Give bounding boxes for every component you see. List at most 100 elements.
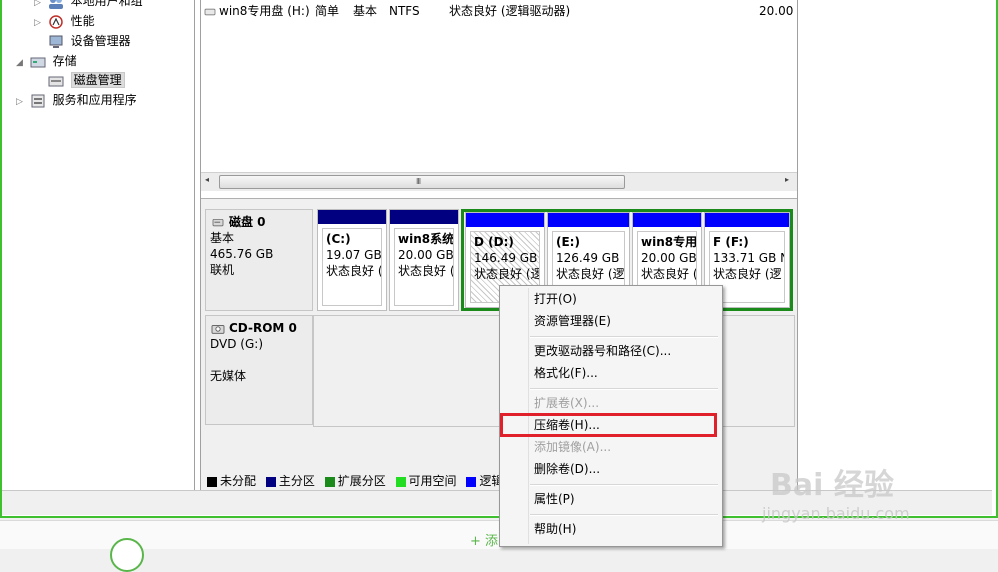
volume-status: 状态良好 (逻辑驱动器) [449, 4, 571, 18]
disk0-type: 基本 [210, 231, 235, 245]
partition-status: 状态良好 (逻 [474, 267, 540, 281]
cdrom-label[interactable]: CD-ROM 0 DVD (G:) 无媒体 [205, 315, 313, 425]
hard-disk-icon [212, 218, 224, 226]
disk0-title: 磁盘 0 [229, 215, 266, 229]
cdrom-title-row: CD-ROM 0 [210, 320, 308, 336]
cdrom-drive: DVD (G:) [210, 337, 263, 351]
storage-icon [30, 57, 46, 67]
legend: 未分配 主分区 扩展分区 可用空间 逻辑 [205, 473, 503, 489]
cdrom-media: 无媒体 [210, 369, 247, 383]
tree-item-services-apps[interactable]: ▷ 服务和应用程序 [16, 91, 137, 109]
tree-item-performance[interactable]: ▷ 性能 [34, 12, 95, 30]
cdrom-title: CD-ROM 0 [229, 321, 297, 335]
highlight-box [500, 413, 717, 437]
expand-arrow-icon[interactable]: ▷ [16, 93, 26, 111]
partition-name: (C:) [326, 232, 351, 246]
tree-item-disk-management[interactable]: 磁盘管理 [34, 71, 125, 89]
volume-name: win8专用盘 (H:) [219, 4, 310, 18]
legend-label: 可用空间 [408, 474, 457, 488]
disk0-state: 联机 [210, 263, 235, 277]
partition-bar [466, 213, 544, 227]
partition-size: 19.07 GB [326, 248, 382, 262]
partition-status: 状态良好 (逻 [713, 267, 782, 281]
partition-bar [548, 213, 629, 227]
disk-management-icon [48, 76, 64, 86]
watermark-url: jingyan.baidu.com [762, 504, 910, 523]
tree-item-device-manager[interactable]: 设备管理器 [34, 32, 131, 50]
add-circle-icon[interactable] [110, 538, 144, 572]
menu-item-delete-volume[interactable]: 删除卷(D)... [534, 459, 600, 479]
tree-item-label: 性能 [70, 14, 95, 28]
add-link[interactable]: + 添 [470, 530, 498, 549]
menu-item-open[interactable]: 打开(O) [534, 289, 577, 309]
legend-label: 扩展分区 [337, 474, 386, 488]
drive-icon [204, 8, 216, 15]
partition-bar [633, 213, 701, 227]
partition-name: (E:) [556, 235, 580, 249]
tree-item-label: 设备管理器 [70, 34, 131, 48]
partition-bar [705, 213, 789, 227]
menu-item-extend-volume: 扩展卷(X)... [534, 396, 600, 410]
menu-item-help[interactable]: 帮助(H) [534, 519, 576, 539]
device-manager-icon [49, 35, 63, 48]
partition-c[interactable]: (C:) 19.07 GB 状态良好 ( [317, 209, 387, 311]
menu-item-format[interactable]: 格式化(F)... [534, 363, 598, 383]
partition-body: win8系统 20.00 GB 状态良好 ( [394, 228, 454, 306]
partition-status: 状态良好 (逻 [556, 267, 625, 281]
tree-item-local-users[interactable]: ▷ 本地用户和组 [34, 0, 143, 10]
collapse-arrow-icon[interactable]: ◢ [16, 54, 26, 72]
partition-size: 20.00 GB [641, 251, 697, 265]
disk0-size: 465.76 GB [210, 247, 274, 261]
tree-item-label: 本地用户和组 [70, 0, 143, 8]
scroll-grip-icon: III [416, 177, 421, 186]
menu-separator [530, 514, 718, 516]
volume-list-row[interactable]: win8专用盘 (H:) 简单 基本 NTFS 状态良好 (逻辑驱动器) 20.… [201, 2, 797, 20]
horizontal-scrollbar[interactable]: ◂ III ▸ [201, 172, 797, 191]
partition-name: F (F:) [713, 235, 749, 249]
performance-icon [49, 14, 63, 29]
menu-item-add-mirror: 添加镜像(A)... [534, 440, 612, 454]
legend-swatch-logical [466, 476, 477, 487]
volume-type: 基本 [353, 4, 378, 18]
watermark-logo: Bai 经验 [770, 468, 894, 503]
users-icon [48, 0, 63, 9]
tree-item-storage[interactable]: ◢ 存储 [16, 52, 77, 70]
cdrom-icon [211, 324, 225, 334]
disk0-title-row: 磁盘 0 [210, 214, 308, 230]
scroll-thumb[interactable]: III [219, 175, 625, 189]
partition-name: win8系统 [398, 232, 454, 246]
legend-label: 未分配 [220, 474, 257, 488]
partition-bar [390, 210, 458, 224]
scroll-right-icon[interactable]: ▸ [785, 175, 789, 184]
partition-bar [318, 210, 386, 224]
services-icon [31, 94, 45, 107]
partition-body: (C:) 19.07 GB 状态良好 ( [322, 228, 382, 306]
partition-size: 133.71 GB N [713, 251, 785, 265]
tree-item-label: 服务和应用程序 [52, 93, 137, 107]
partition-size: 146.49 GB I [474, 251, 540, 265]
volume-fs: NTFS [389, 4, 420, 18]
volume-capacity: 20.00 [759, 4, 794, 18]
legend-swatch-primary [265, 476, 276, 487]
legend-swatch-unallocated [207, 476, 217, 487]
tree-item-label: 存储 [52, 54, 77, 68]
partition-status: 状态良好 ( [326, 264, 382, 278]
menu-item-properties[interactable]: 属性(P) [534, 489, 575, 509]
partition-name: D (D:) [474, 235, 514, 249]
partition-status: 状态良好 (逻 [641, 267, 696, 281]
partition-win8-system[interactable]: win8系统 20.00 GB 状态良好 ( [389, 209, 459, 311]
partition-name: win8专用i [641, 235, 697, 249]
menu-separator [530, 484, 718, 486]
scroll-left-icon[interactable]: ◂ [205, 175, 209, 184]
disk0-label[interactable]: 磁盘 0 基本 465.76 GB 联机 [205, 209, 313, 311]
menu-item-explorer[interactable]: 资源管理器(E) [534, 311, 611, 331]
partition-status: 状态良好 ( [398, 264, 454, 278]
expand-arrow-icon[interactable]: ▷ [34, 14, 44, 32]
menu-item-change-drive-letter[interactable]: 更改驱动器号和路径(C)... [534, 341, 671, 361]
tree-item-label: 磁盘管理 [70, 72, 125, 88]
volume-name-cell: win8专用盘 (H:) [203, 2, 310, 20]
legend-label: 主分区 [278, 474, 315, 488]
actions-pane [798, 0, 994, 490]
expand-arrow-icon[interactable]: ▷ [34, 0, 44, 12]
